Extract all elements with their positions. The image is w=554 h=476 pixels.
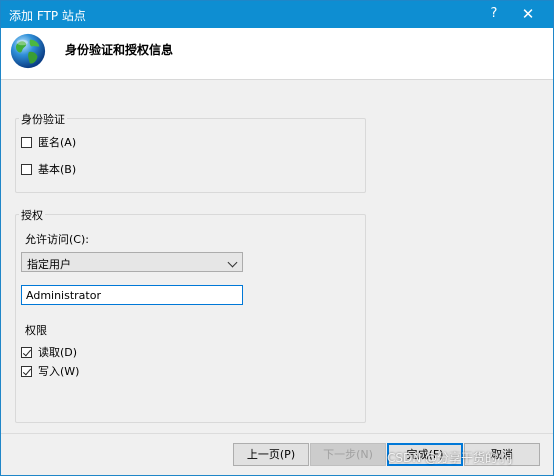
authentication-legend: 身份验证 <box>19 111 67 127</box>
window-title: 添加 FTP 站点 <box>9 9 86 23</box>
allow-access-dropdown[interactable]: 指定用户 <box>21 252 243 272</box>
globe-icon <box>10 33 46 69</box>
anonymous-checkbox-box[interactable] <box>21 136 32 148</box>
anonymous-label: 匿名(A) <box>38 136 77 149</box>
footer-divider <box>1 433 553 434</box>
permissions-label: 权限 <box>25 324 47 337</box>
allow-access-label: 允许访问(C): <box>25 233 89 246</box>
help-button[interactable]: ? <box>481 4 507 24</box>
basic-checkbox-box[interactable] <box>21 163 32 175</box>
write-label: 写入(W) <box>38 365 80 378</box>
read-checkbox[interactable]: 读取(D) <box>21 344 77 360</box>
write-checkbox-box[interactable] <box>21 365 32 377</box>
basic-label: 基本(B) <box>38 163 77 176</box>
write-checkbox[interactable]: 写入(W) <box>21 363 79 379</box>
basic-checkbox[interactable]: 基本(B) <box>21 161 76 177</box>
close-button[interactable]: ✕ <box>515 4 541 24</box>
anonymous-checkbox[interactable]: 匿名(A) <box>21 134 76 150</box>
previous-button[interactable]: 上一页(P) <box>233 443 309 466</box>
wizard-header: 身份验证和授权信息 <box>1 28 553 80</box>
authorization-legend: 授权 <box>19 207 45 223</box>
add-ftp-site-dialog: 添加 FTP 站点 ? ✕ 身份验证和授权信息 身份验证 匿名(A) 基本(B)… <box>0 0 554 476</box>
read-label: 读取(D) <box>38 346 78 359</box>
chevron-down-icon <box>227 257 238 268</box>
allow-access-value: 指定用户 <box>27 258 71 271</box>
watermark-text: CSDN @分享干货的小J <box>387 451 513 465</box>
users-input[interactable] <box>21 285 243 305</box>
page-title: 身份验证和授权信息 <box>65 43 174 57</box>
title-bar: 添加 FTP 站点 ? ✕ <box>1 1 553 28</box>
authentication-group <box>15 118 366 193</box>
read-checkbox-box[interactable] <box>21 346 32 358</box>
next-button[interactable]: 下一步(N) <box>310 443 386 466</box>
